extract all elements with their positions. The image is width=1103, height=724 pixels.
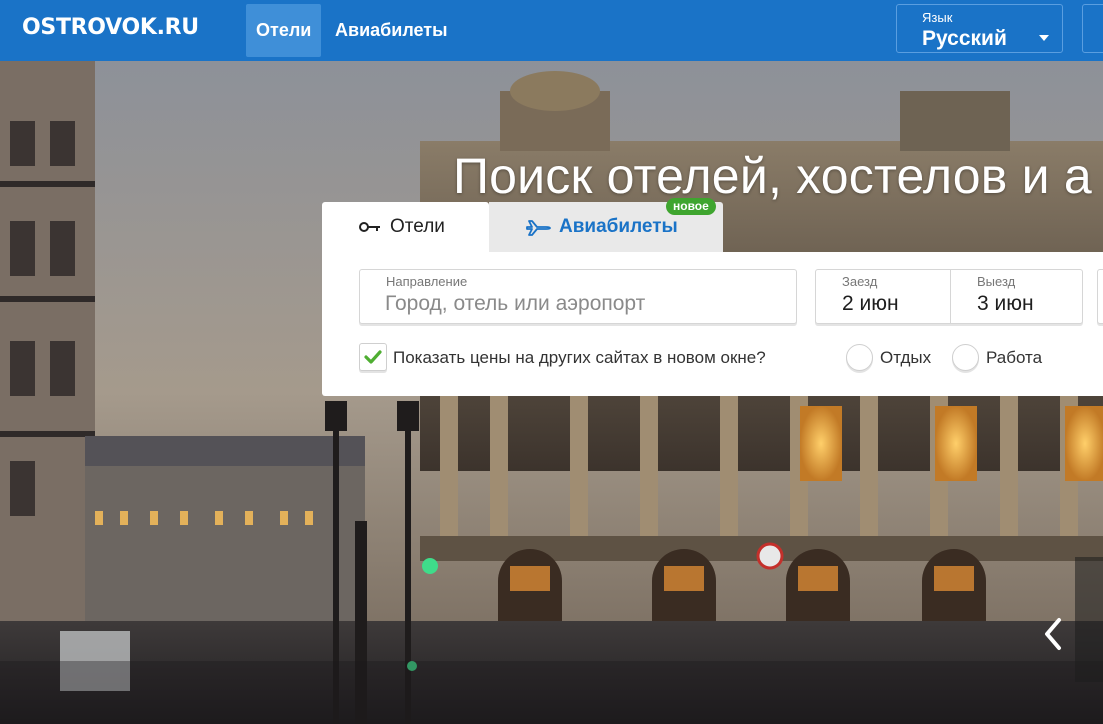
- chevron-down-icon: [1039, 35, 1049, 41]
- new-badge: новое: [666, 198, 716, 215]
- site-logo[interactable]: OSTROVOK.RU: [22, 15, 199, 40]
- radio-leisure[interactable]: [846, 344, 873, 371]
- checkmark-icon: [364, 350, 382, 364]
- slider-prev-button[interactable]: [1039, 614, 1069, 654]
- compare-prices-checkbox[interactable]: [359, 343, 387, 371]
- destination-input[interactable]: [385, 290, 785, 318]
- chevron-left-icon: [1045, 618, 1061, 650]
- checkout-date[interactable]: Выезд 3 июн: [950, 270, 1084, 323]
- language-label: Язык: [922, 10, 953, 25]
- guests-field[interactable]: [1097, 269, 1103, 324]
- dates-field: Заезд 2 июн Выезд 3 июн: [815, 269, 1083, 324]
- hero-headline: Поиск отелей, хостелов и а: [453, 147, 1092, 204]
- search-tab-hotels-label: Отели: [390, 216, 445, 237]
- language-value: Русский: [922, 27, 1007, 50]
- checkout-label: Выезд: [977, 274, 1016, 289]
- destination-field[interactable]: Направление: [359, 269, 797, 324]
- checkout-value: 3 июн: [977, 292, 1034, 315]
- search-form: Направление Заезд 2 июн Выезд 3 июн Пока…: [322, 252, 1103, 396]
- language-selector[interactable]: Язык Русский: [896, 4, 1063, 53]
- radio-business[interactable]: [952, 344, 979, 371]
- destination-label: Направление: [386, 274, 468, 289]
- nav-tab-flights[interactable]: Авиабилеты: [325, 4, 457, 57]
- top-navbar: OSTROVOK.RU Отели Авиабилеты Язык Русски…: [0, 0, 1103, 61]
- checkin-value: 2 июн: [842, 292, 899, 315]
- search-tab-hotels[interactable]: Отели: [322, 202, 489, 252]
- nav-tab-hotels[interactable]: Отели: [246, 4, 322, 57]
- radio-leisure-label: Отдых: [880, 348, 932, 367]
- radio-business-label: Работа: [986, 348, 1043, 367]
- checkin-date[interactable]: Заезд 2 июн: [816, 270, 949, 323]
- compare-prices-label: Показать цены на других сайтах в новом о…: [393, 348, 766, 367]
- airplane-icon: [526, 220, 551, 236]
- promo-panel[interactable]: [1075, 557, 1103, 682]
- key-icon: [359, 222, 380, 232]
- checkin-label: Заезд: [842, 274, 878, 289]
- currency-selector[interactable]: [1082, 4, 1103, 53]
- search-tab-flights-label: Авиабилеты: [559, 216, 678, 237]
